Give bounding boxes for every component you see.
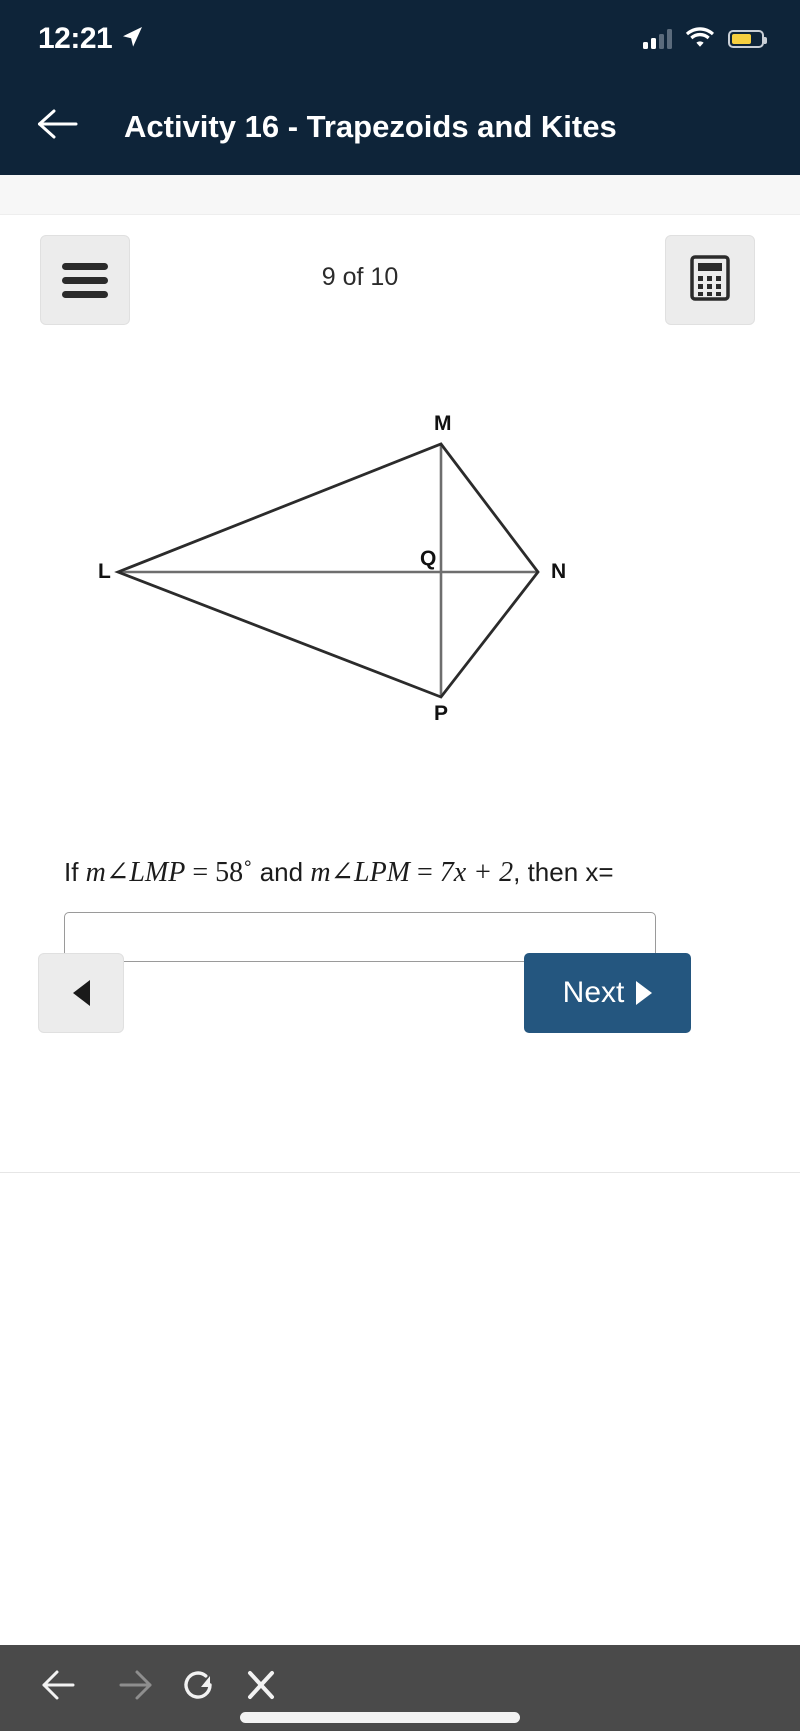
question-value-2: 7x + 2 [439,857,514,888]
vertex-label-Q: Q [420,547,436,570]
calculator-icon [690,254,730,306]
vertex-label-N: N [551,560,566,583]
previous-button[interactable] [38,953,124,1033]
wifi-icon [685,26,715,53]
close-x-icon[interactable] [244,1666,278,1709]
triangle-left-icon [72,980,90,1006]
kite-outline [114,442,540,699]
calculator-button[interactable] [665,235,755,325]
reload-icon[interactable] [180,1665,218,1710]
browser-back-arrow-icon[interactable] [40,1667,84,1708]
activity-content: 9 of 10 L M N P Q If m∠LMP = 58˚ and m∠L… [0,215,800,1170]
triangle-right-icon [636,981,653,1005]
question-equals-2: = [410,857,440,888]
question-text: If m∠LMP = 58˚ and m∠LPM = 7x + 2, then … [64,855,744,889]
cellular-signal-icon [643,29,672,49]
question-angle-2: m∠LPM [310,857,410,888]
kite-diagram-svg: L M N P Q [98,412,566,725]
battery-fill [732,34,752,44]
question-angle-1: m∠LMP [85,857,186,888]
vertex-label-P: P [434,702,448,725]
question-conjunction: and [252,857,311,887]
status-bar-left: 12:21 [38,24,145,55]
vertex-label-M: M [434,412,452,435]
activity-toolbar: 9 of 10 [0,235,800,325]
battery-icon [728,30,767,48]
kite-diagram: L M N P Q [0,365,800,785]
location-arrow-icon [119,24,145,55]
page-title: Activity 16 - Trapezoids and Kites [124,108,617,144]
question-suffix: , then x= [513,857,614,887]
browser-toolbar-icons [40,1665,278,1710]
page-counter: 9 of 10 [321,263,399,291]
back-arrow-icon[interactable] [36,107,82,146]
home-indicator [240,1712,520,1723]
app-header: Activity 16 - Trapezoids and Kites [0,78,800,175]
content-top-strip [0,175,800,215]
browser-forward-arrow-icon[interactable] [110,1667,154,1708]
clock-time: 12:21 [38,22,113,55]
next-button[interactable]: Next [524,953,691,1033]
question-prefix: If [64,857,86,887]
next-button-label: Next [562,976,625,1009]
status-bar: 12:21 [0,0,800,78]
status-bar-right [643,26,767,53]
question-value-1: 58 [215,857,244,888]
question-equals-1: = [185,857,216,888]
content-divider [0,1172,800,1173]
vertex-label-L: L [98,560,111,583]
